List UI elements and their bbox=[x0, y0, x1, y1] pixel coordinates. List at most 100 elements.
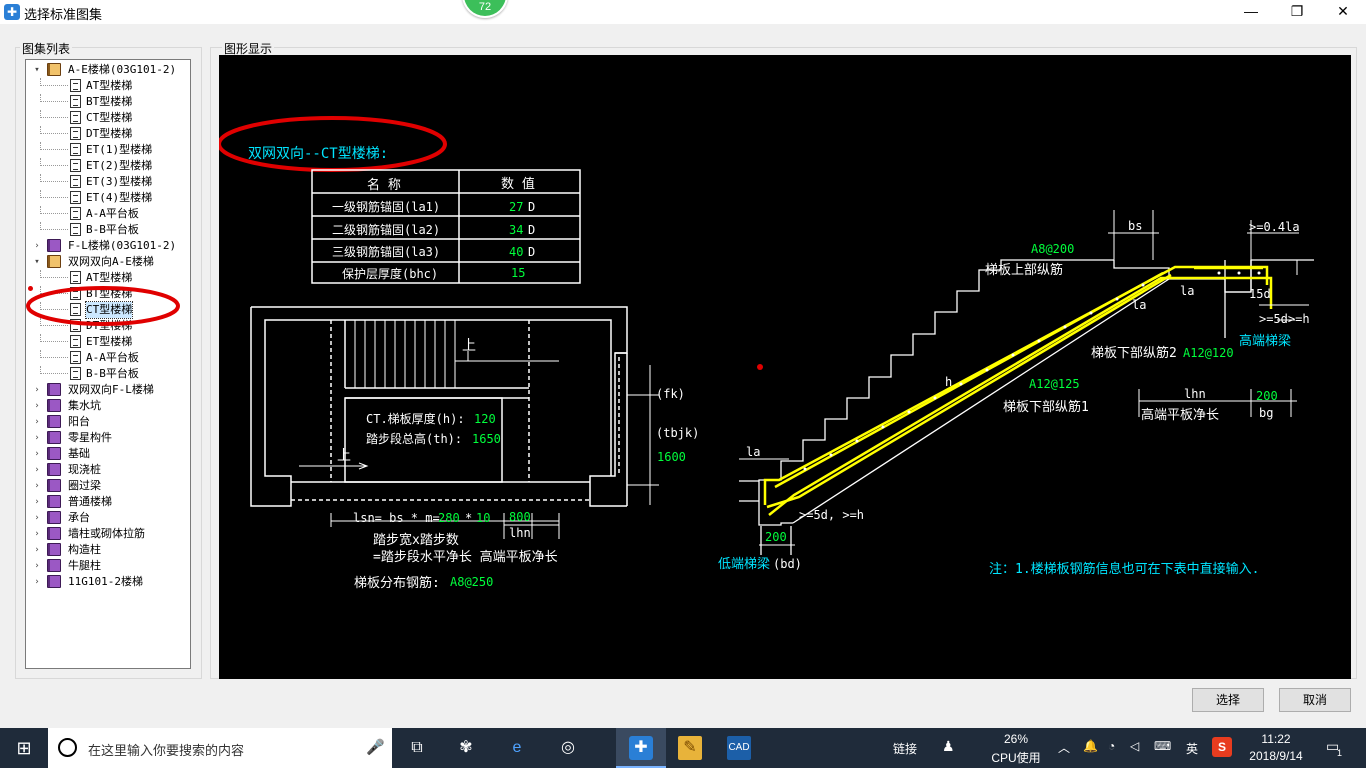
tree-item[interactable]: › 墙柱或砌体拉筋 bbox=[26, 526, 190, 542]
bs-value: 280 bbox=[438, 511, 460, 525]
people-icon[interactable]: ♟ bbox=[942, 738, 955, 755]
chevron-right-icon[interactable]: › bbox=[32, 526, 42, 542]
chevron-right-icon[interactable]: › bbox=[32, 494, 42, 510]
bottom-rebar-1-value: A12@125 bbox=[1029, 377, 1080, 391]
tree-item[interactable]: › F-L楼梯(03G101-2) bbox=[26, 238, 190, 254]
tree-item[interactable]: › 双网双向F-L楼梯 bbox=[26, 382, 190, 398]
doc-icon bbox=[70, 351, 81, 364]
thickness-label: CT.梯板厚度(h): bbox=[366, 411, 465, 426]
tree-item[interactable]: AT型楼梯 bbox=[26, 78, 190, 94]
doc-icon bbox=[70, 127, 81, 140]
tree-item[interactable]: › 普通楼梯 bbox=[26, 494, 190, 510]
atlas-tree[interactable]: ▾ A-E楼梯(03G101-2) AT型楼梯 BT型楼梯 CT型楼梯 DT型楼梯 ET(1… bbox=[25, 59, 191, 669]
book-closed-icon bbox=[47, 463, 61, 476]
tree-item[interactable]: ET(4)型楼梯 bbox=[26, 190, 190, 206]
chevron-right-icon[interactable]: › bbox=[32, 414, 42, 430]
pinwheel-app-icon[interactable]: ✾ bbox=[454, 736, 478, 760]
link-label[interactable]: 链接 bbox=[893, 740, 917, 757]
chevron-right-icon[interactable]: › bbox=[32, 462, 42, 478]
tree-item-label: A-A平台板 bbox=[86, 207, 139, 220]
tree-item[interactable]: › 现浇桩 bbox=[26, 462, 190, 478]
active-app-tab[interactable]: ✚ bbox=[616, 728, 666, 768]
tree-item[interactable]: › 牛腿柱 bbox=[26, 558, 190, 574]
volume-icon[interactable]: ◁ bbox=[1130, 739, 1139, 753]
height-value: 1650 bbox=[472, 432, 501, 446]
chevron-right-icon[interactable]: › bbox=[32, 510, 42, 526]
doc-icon bbox=[70, 95, 81, 108]
tree-item[interactable]: ET型楼梯 bbox=[26, 334, 190, 350]
tree-item[interactable]: ET(1)型楼梯 bbox=[26, 142, 190, 158]
table-cell-value: 27 bbox=[509, 200, 523, 214]
taskbar-search[interactable]: 在这里输入你要搜索的内容 🎤 bbox=[48, 728, 392, 768]
cad-app-icon[interactable]: CAD bbox=[727, 736, 751, 760]
clock-date[interactable]: 2018/9/14 bbox=[1242, 749, 1310, 763]
tree-item[interactable]: › 圈过梁 bbox=[26, 478, 190, 494]
maximize-button[interactable]: ❐ bbox=[1274, 0, 1320, 24]
chevron-right-icon[interactable]: › bbox=[32, 398, 42, 414]
book-open-icon bbox=[47, 63, 61, 76]
cancel-button[interactable]: 取消 bbox=[1279, 688, 1351, 712]
lsn-label: lsn= bs * m= bbox=[353, 511, 440, 525]
tree-item[interactable]: › 基础 bbox=[26, 446, 190, 462]
chevron-right-icon[interactable]: › bbox=[32, 478, 42, 494]
ie-browser-icon[interactable]: e bbox=[505, 736, 529, 760]
tree-item[interactable]: B-B平台板 bbox=[26, 366, 190, 382]
tree-item[interactable]: A-A平台板 bbox=[26, 206, 190, 222]
steel-app-icon: ✚ bbox=[629, 736, 653, 760]
chevron-down-icon[interactable]: ▾ bbox=[32, 254, 42, 270]
cortana-icon bbox=[58, 738, 77, 757]
tree-item[interactable]: A-A平台板 bbox=[26, 350, 190, 366]
tree-item[interactable]: ▾ A-E楼梯(03G101-2) bbox=[26, 62, 190, 78]
tree-item[interactable]: B-B平台板 bbox=[26, 222, 190, 238]
chevron-right-icon[interactable]: › bbox=[32, 238, 42, 254]
tree-item[interactable]: › 11G101-2楼梯 bbox=[26, 574, 190, 590]
tree-connector bbox=[40, 94, 68, 102]
chevron-right-icon[interactable]: › bbox=[32, 558, 42, 574]
tree-item-label: F-L楼梯(03G101-2) bbox=[68, 239, 177, 252]
tree-item[interactable]: DT型楼梯 bbox=[26, 126, 190, 142]
chevron-right-icon[interactable]: › bbox=[32, 542, 42, 558]
doc-icon bbox=[70, 335, 81, 348]
tree-item[interactable]: › 承台 bbox=[26, 510, 190, 526]
microphone-icon[interactable]: 🎤 bbox=[366, 738, 385, 756]
chevron-right-icon[interactable]: › bbox=[32, 446, 42, 462]
chevron-up-icon[interactable]: ︿ bbox=[1058, 739, 1070, 756]
book-closed-icon bbox=[47, 415, 61, 428]
browser-icon[interactable]: ◎ bbox=[556, 736, 580, 760]
tree-item-label: 双网双向F-L楼梯 bbox=[68, 383, 154, 396]
tree-item[interactable]: ET(3)型楼梯 bbox=[26, 174, 190, 190]
ime-label[interactable]: 英 bbox=[1186, 740, 1198, 757]
notes-app-icon[interactable]: ✎ bbox=[678, 736, 702, 760]
drawing-title: 双网双向--CT型楼梯: bbox=[248, 146, 388, 162]
keyboard-icon[interactable]: ⌨ bbox=[1154, 739, 1171, 753]
tree-item[interactable]: › 阳台 bbox=[26, 414, 190, 430]
tree-item[interactable]: CT型楼梯 bbox=[26, 110, 190, 126]
chevron-down-icon[interactable]: ▾ bbox=[32, 62, 42, 78]
top-rebar-label: 梯板上部纵筋 bbox=[985, 262, 1063, 278]
table-cell-value: 34 bbox=[509, 223, 523, 237]
tree-connector bbox=[40, 222, 68, 230]
close-button[interactable]: ✕ bbox=[1320, 0, 1366, 24]
windows-start-icon[interactable]: ⊞ bbox=[12, 736, 36, 760]
minimize-button[interactable]: — bbox=[1228, 0, 1274, 24]
book-closed-icon bbox=[47, 479, 61, 492]
tree-item[interactable]: › 零星构件 bbox=[26, 430, 190, 446]
clock-time[interactable]: 11:22 bbox=[1246, 732, 1306, 746]
select-button[interactable]: 选择 bbox=[1192, 688, 1264, 712]
tree-item[interactable]: ET(2)型楼梯 bbox=[26, 158, 190, 174]
task-view-icon[interactable]: ⧉ bbox=[405, 736, 429, 760]
tree-item[interactable]: BT型楼梯 bbox=[26, 94, 190, 110]
tree-item[interactable]: ▾ 双网双向A-E楼梯 bbox=[26, 254, 190, 270]
tree-item[interactable]: › 集水坑 bbox=[26, 398, 190, 414]
chevron-right-icon[interactable]: › bbox=[32, 430, 42, 446]
tree-connector bbox=[40, 174, 68, 182]
tree-item-label: ET(1)型楼梯 bbox=[86, 143, 153, 156]
bd-value: 200 bbox=[765, 530, 787, 544]
wifi-icon[interactable]: ◔ bbox=[1108, 739, 1115, 753]
tree-item[interactable]: › 构造柱 bbox=[26, 542, 190, 558]
sogou-icon[interactable]: S bbox=[1212, 737, 1232, 757]
notification-bell-icon[interactable]: 🔔 bbox=[1083, 739, 1098, 753]
chevron-right-icon[interactable]: › bbox=[32, 574, 42, 590]
chevron-right-icon[interactable]: › bbox=[32, 382, 42, 398]
plan-up-label-2: 上 bbox=[337, 448, 351, 464]
